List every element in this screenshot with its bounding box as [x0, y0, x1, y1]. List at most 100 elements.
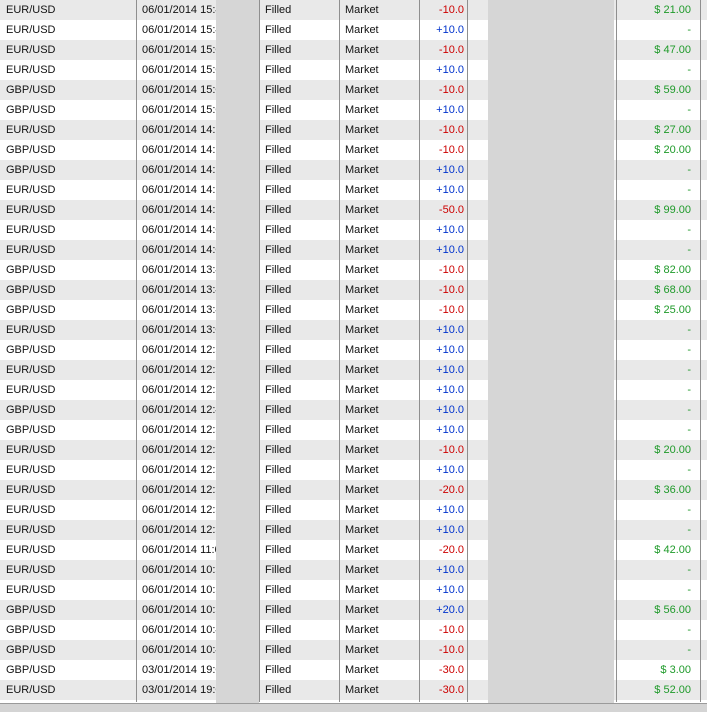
order-type-cell: Market [345, 224, 379, 236]
order-type-cell: Market [345, 564, 379, 576]
order-status-cell: Filled [265, 624, 292, 636]
currency-pair-cell: EUR/USD [6, 584, 56, 596]
profit-loss-cell: - [687, 324, 691, 336]
currency-pair-cell: EUR/USD [6, 464, 56, 476]
profit-loss-cell: $ 27.00 [654, 124, 691, 136]
profit-loss-cell: $ 42.00 [654, 544, 691, 556]
quantity-cell: -10.0 [438, 304, 464, 316]
order-time-cell: 06/01/2014 14:1 [142, 124, 216, 136]
order-type-cell: Market [345, 504, 379, 516]
order-time-cell: 06/01/2014 15:4 [142, 24, 216, 36]
quantity-cell: +10.0 [436, 244, 464, 256]
order-time-cell: 06/01/2014 14:0 [142, 244, 216, 256]
order-status-cell: Filled [265, 264, 292, 276]
column-divider [259, 0, 260, 702]
currency-pair-cell: EUR/USD [6, 544, 56, 556]
profit-loss-cell: - [687, 584, 691, 596]
quantity-cell: -10.0 [438, 144, 464, 156]
quantity-cell: -10.0 [438, 4, 464, 16]
profit-loss-cell: $ 21.00 [654, 4, 691, 16]
profit-loss-cell: - [687, 644, 691, 656]
order-type-cell: Market [345, 404, 379, 416]
order-status-cell: Filled [265, 364, 292, 376]
order-status-cell: Filled [265, 164, 292, 176]
currency-pair-cell: GBP/USD [6, 424, 56, 436]
column-divider [419, 0, 420, 702]
order-time-cell: 06/01/2014 10:4 [142, 644, 216, 656]
currency-pair-cell: EUR/USD [6, 384, 56, 396]
order-time-cell: 06/01/2014 13:4 [142, 304, 216, 316]
currency-pair-cell: EUR/USD [6, 444, 56, 456]
order-status-cell: Filled [265, 604, 292, 616]
order-type-cell: Market [345, 464, 379, 476]
quantity-cell: +10.0 [436, 344, 464, 356]
order-type-cell: Market [345, 124, 379, 136]
currency-pair-cell: EUR/USD [6, 124, 56, 136]
profit-loss-cell: $ 68.00 [654, 284, 691, 296]
order-status-cell: Filled [265, 424, 292, 436]
quantity-cell: +10.0 [436, 364, 464, 376]
order-status-cell: Filled [265, 344, 292, 356]
quantity-cell: -10.0 [438, 44, 464, 56]
order-status-cell: Filled [265, 244, 292, 256]
currency-pair-cell: GBP/USD [6, 104, 56, 116]
currency-pair-cell: GBP/USD [6, 164, 56, 176]
profit-loss-cell: $ 20.00 [654, 144, 691, 156]
order-type-cell: Market [345, 164, 379, 176]
order-type-cell: Market [345, 544, 379, 556]
quantity-cell: +10.0 [436, 564, 464, 576]
order-type-cell: Market [345, 484, 379, 496]
quantity-cell: -10.0 [438, 644, 464, 656]
currency-pair-cell: EUR/USD [6, 4, 56, 16]
order-type-cell: Market [345, 204, 379, 216]
redacted-column [488, 0, 614, 706]
order-status-cell: Filled [265, 204, 292, 216]
order-status-cell: Filled [265, 644, 292, 656]
order-status-cell: Filled [265, 324, 292, 336]
order-time-cell: 06/01/2014 12:3 [142, 464, 216, 476]
order-status-cell: Filled [265, 144, 292, 156]
quantity-cell: -10.0 [438, 264, 464, 276]
order-status-cell: Filled [265, 304, 292, 316]
order-status-cell: Filled [265, 404, 292, 416]
order-type-cell: Market [345, 304, 379, 316]
order-type-cell: Market [345, 384, 379, 396]
order-status-cell: Filled [265, 44, 292, 56]
column-divider [700, 0, 701, 702]
quantity-cell: +10.0 [436, 104, 464, 116]
profit-loss-cell: - [687, 364, 691, 376]
order-time-cell: 06/01/2014 10:5 [142, 564, 216, 576]
order-status-cell: Filled [265, 444, 292, 456]
order-status-cell: Filled [265, 284, 292, 296]
order-type-cell: Market [345, 444, 379, 456]
quantity-cell: -10.0 [438, 624, 464, 636]
order-type-cell: Market [345, 244, 379, 256]
quantity-cell: +10.0 [436, 464, 464, 476]
currency-pair-cell: EUR/USD [6, 44, 56, 56]
profit-loss-cell: - [687, 104, 691, 116]
column-divider [616, 0, 617, 702]
currency-pair-cell: GBP/USD [6, 84, 56, 96]
currency-pair-cell: EUR/USD [6, 324, 56, 336]
order-time-cell: 06/01/2014 10:4 [142, 624, 216, 636]
order-type-cell: Market [345, 584, 379, 596]
order-time-cell: 06/01/2014 15:0 [142, 44, 216, 56]
column-divider [136, 0, 137, 702]
order-status-cell: Filled [265, 684, 292, 696]
profit-loss-cell: - [687, 164, 691, 176]
currency-pair-cell: EUR/USD [6, 524, 56, 536]
currency-pair-cell: GBP/USD [6, 604, 56, 616]
profit-loss-cell: $ 3.00 [660, 664, 691, 676]
currency-pair-cell: EUR/USD [6, 64, 56, 76]
quantity-cell: +10.0 [436, 524, 464, 536]
order-status-cell: Filled [265, 504, 292, 516]
quantity-cell: +10.0 [436, 24, 464, 36]
order-time-cell: 03/01/2014 19:0 [142, 664, 216, 676]
order-status-cell: Filled [265, 584, 292, 596]
order-status-cell: Filled [265, 464, 292, 476]
order-type-cell: Market [345, 24, 379, 36]
quantity-cell: -30.0 [438, 664, 464, 676]
profit-loss-cell: $ 99.00 [654, 204, 691, 216]
quantity-cell: +10.0 [436, 184, 464, 196]
profit-loss-cell: - [687, 224, 691, 236]
